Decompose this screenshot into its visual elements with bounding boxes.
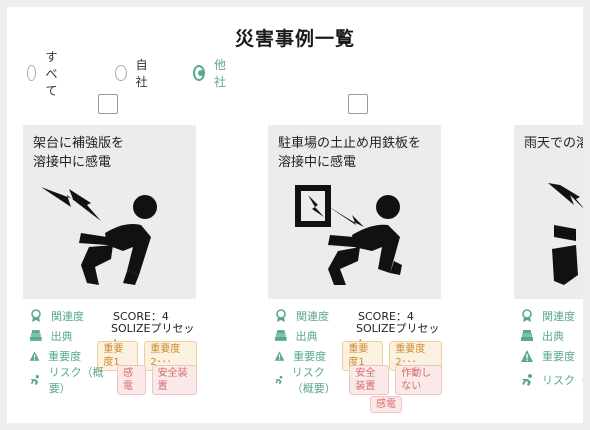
risk-row-continued: 感電: [370, 395, 408, 413]
severity-row: 重要度 重要度1 重要度2･･･: [274, 341, 448, 371]
books-icon: [521, 330, 533, 341]
falling-person-icon: [30, 374, 40, 386]
relevance-label: 関連度: [296, 310, 329, 323]
case-caption: 架台に補強版を 溶接中に感電: [33, 136, 125, 170]
warning-icon: [521, 350, 533, 362]
case-list-panel: 災害事例一覧 すべて 自社 他社 架台に補強版を 溶接中に感電 関連度 SCOR…: [7, 7, 583, 423]
risk-tag: 作動しない: [395, 365, 443, 395]
books-icon: [29, 330, 42, 341]
severity-label: 重要度: [293, 350, 327, 363]
case-thumbnail[interactable]: 駐車場の土止め用鉄板を 溶接中に感電: [268, 125, 441, 299]
risk-label: リスク（概要）: [542, 374, 583, 387]
severity-label: 重要度: [542, 350, 575, 363]
source-row: 出典: [520, 327, 583, 345]
relevance-label: 関連度: [542, 310, 575, 323]
ribbon-award-icon: [31, 309, 41, 322]
select-checkbox[interactable]: [98, 94, 118, 114]
books-icon: [274, 330, 287, 341]
warning-icon: [29, 351, 40, 361]
warning-icon: [274, 351, 285, 361]
case-thumbnail[interactable]: 架台に補強版を 溶接中に感電: [23, 125, 196, 299]
case-card-2: 駐車場の土止め用鉄板を 溶接中に感電 関連度 SCORE：4 出典 SOLIZE…: [268, 7, 448, 423]
risk-row: リスク（概要）: [520, 371, 583, 389]
filter-label-other-company: 他社: [214, 58, 227, 89]
source-label: 出典: [542, 330, 564, 343]
case-card-3: 雨天での溶 関連度 出典 重要度 リスク（概要）: [514, 7, 583, 423]
relevance-label: 関連度: [51, 310, 84, 323]
relevance-row: 関連度: [520, 307, 583, 325]
select-checkbox[interactable]: [348, 94, 368, 114]
case-caption: 駐車場の土止め用鉄板を 溶接中に感電: [278, 136, 422, 170]
ribbon-award-icon: [522, 309, 532, 322]
falling-person-icon: [275, 375, 283, 385]
ribbon-award-icon: [276, 309, 286, 322]
risk-tag: 感電: [116, 365, 146, 395]
falling-person-icon: [522, 374, 532, 386]
case-caption: 雨天での溶: [524, 136, 583, 151]
risk-tag: 安全装置: [349, 365, 390, 395]
severity-row: 重要度: [520, 347, 583, 365]
risk-row: リスク（概要） 感電 安全装置: [29, 365, 203, 395]
severity-label: 重要度: [48, 350, 82, 363]
risk-label: リスク（概要）: [291, 366, 336, 395]
risk-label: リスク（概要）: [48, 366, 104, 395]
risk-tag: 感電: [370, 395, 402, 413]
severity-row: 重要度 重要度1 重要度2･･･: [29, 341, 203, 371]
risk-row: リスク（概要） 安全装置 作動しない: [274, 365, 448, 395]
case-card-1: 架台に補強版を 溶接中に感電 関連度 SCORE：4 出典 SOLIZEプリセッ…: [23, 7, 203, 423]
case-thumbnail[interactable]: 雨天での溶: [514, 125, 583, 299]
risk-tag: 安全装置: [151, 365, 197, 395]
